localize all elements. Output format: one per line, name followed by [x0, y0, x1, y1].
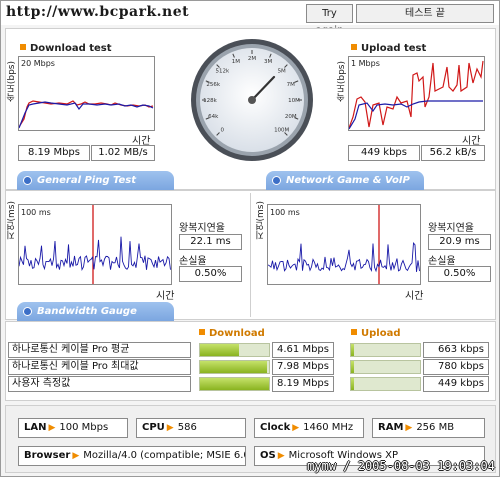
game-line	[267, 242, 420, 273]
gauge-tick-label: 3M	[264, 59, 272, 65]
arrow-right-icon: ▶	[48, 423, 56, 433]
spec-browser: Browser ▶ Mozilla/4.0 (compatible; MSIE 6.…	[18, 446, 246, 466]
bandwidth-download-value: 8.19 Mbps	[272, 376, 334, 392]
bandwidth-upload-value: 780 kbps	[423, 359, 489, 375]
ping-scale: 100 ms	[21, 208, 51, 217]
bandwidth-download-value: 7.98 Mbps	[272, 359, 334, 375]
bandwidth-upload-value: 449 kbps	[423, 376, 489, 392]
arrow-right-icon: ▶	[277, 451, 285, 461]
upload-line-red	[348, 60, 484, 129]
spec-clock: Clock ▶ 1460 MHz	[254, 418, 364, 438]
bullet-icon	[20, 44, 26, 50]
ping-divider	[250, 193, 251, 317]
tab-network-game-voip-test[interactable]: Network Game & VoIP Test	[266, 171, 424, 205]
arrow-right-icon: ▶	[405, 423, 413, 433]
download-scale: 20 Mbps	[21, 59, 55, 68]
capture-timestamp: mymw / 2005-08-03 19:03:04	[307, 459, 495, 473]
game-rtt-value: 20.9 ms	[428, 234, 491, 250]
upload-bar	[350, 360, 421, 374]
tab-dot-icon	[23, 176, 32, 185]
gauge-tick-label: 20M	[285, 114, 297, 120]
upload-bar-fill	[351, 378, 354, 390]
download-bar	[199, 360, 270, 374]
upload-speed-value: 449 kbps	[348, 145, 420, 161]
game-loss-label: 손실율	[428, 256, 456, 267]
upload-bar-fill	[351, 361, 355, 373]
gauge-tick-label: 1M	[232, 59, 240, 65]
speed-gauge: 0 64k 128k 256k 512k1M 2M 3M 5M 7M 10M 20M 100M	[191, 39, 313, 161]
bullet-icon	[199, 329, 205, 335]
upload-bar	[350, 377, 421, 391]
site-url[interactable]: http://www.bcpark.net	[6, 4, 189, 20]
download-bar	[199, 343, 270, 357]
spec-ram: RAM ▶ 256 MB	[372, 418, 485, 438]
gauge-tick-label: 2M	[248, 56, 256, 62]
bandwidth-download-header: Download	[199, 328, 265, 339]
ping-loss-label: 손실율	[179, 256, 207, 267]
download-bar-fill	[200, 361, 267, 373]
bandwidth-row-label: 사용자 측정값	[8, 376, 191, 392]
download-bar-fill	[200, 378, 269, 390]
spec-lan: LAN ▶ 100 Mbps	[18, 418, 128, 438]
gauge-tick-label: 5M	[278, 68, 286, 74]
download-line-red	[18, 100, 154, 128]
bandwidth-row-label: 하나로통신 케이블 Pro 최대값	[8, 359, 191, 375]
upload-title: Upload test	[351, 43, 426, 54]
bandwidth-row-label: 하나로통신 케이블 Pro 평균	[8, 342, 191, 358]
gauge-tick-label: 128k	[203, 98, 217, 104]
spec-cpu: CPU ▶ 586	[136, 418, 246, 438]
tab-bandwidth-gauge[interactable]: Bandwidth Gauge	[17, 302, 174, 321]
test-end-button[interactable]: 테스트 끝	[356, 4, 494, 23]
arrow-right-icon: ▶	[166, 423, 174, 433]
gauge-tick-label: 256k	[206, 82, 220, 88]
tab-dot-icon	[23, 307, 32, 316]
tab-dot-icon	[272, 176, 281, 185]
gauge-tick-label: 7M	[287, 82, 295, 88]
bandwidth-download-value: 4.61 Mbps	[272, 342, 334, 358]
ping-rtt-value: 22.1 ms	[179, 234, 242, 250]
tab-general-ping-test[interactable]: General Ping Test	[17, 171, 174, 190]
download-rate-value: 1.02 MB/s	[91, 145, 155, 161]
ping-ylabel: 지연(ms)	[7, 201, 17, 240]
gauge-tick-label: 10M	[288, 98, 300, 104]
gauge-tick-label: 64k	[208, 114, 219, 120]
download-line-blue	[18, 101, 154, 129]
download-bar-fill	[200, 344, 239, 356]
ping-rtt-label: 왕복지연율	[179, 223, 225, 234]
game-loss-value: 0.50%	[428, 266, 491, 282]
try-again-button[interactable]: Try again	[306, 4, 353, 36]
upload-bar	[350, 343, 421, 357]
arrow-right-icon: ▶	[72, 451, 80, 461]
speed-test-window: http://www.bcpark.net Try again 테스트 끝 Do…	[0, 0, 500, 477]
game-scale: 100 ms	[270, 208, 300, 217]
ping-loss-value: 0.50%	[179, 266, 242, 282]
upload-rate-value: 56.2 kB/s	[421, 145, 485, 161]
download-title: Download test	[20, 43, 112, 54]
top-bar: http://www.bcpark.net Try again 테스트 끝	[1, 1, 499, 36]
bullet-icon	[351, 329, 357, 335]
ping-line	[18, 236, 171, 272]
game-xlabel: 시간	[405, 291, 424, 302]
upload-ylabel: 속도(bps)	[337, 61, 347, 103]
game-ylabel: 지연(ms)	[256, 201, 266, 240]
bandwidth-upload-header: Upload	[351, 328, 400, 339]
ping-xlabel: 시간	[156, 291, 175, 302]
bullet-icon	[351, 44, 357, 50]
upload-bar-fill	[351, 344, 354, 356]
download-speed-value: 8.19 Mbps	[18, 145, 90, 161]
download-ylabel: 속도(bps)	[7, 61, 17, 103]
game-rtt-label: 왕복지연율	[428, 223, 474, 234]
arrow-right-icon: ▶	[292, 423, 300, 433]
gauge-tick-label: 0	[221, 128, 225, 134]
gauge-tick-label: 512k	[215, 68, 229, 74]
download-bar	[199, 377, 270, 391]
gauge-hub	[248, 96, 256, 104]
gauge-tick-label: 100M	[274, 128, 289, 134]
bandwidth-upload-value: 663 kbps	[423, 342, 489, 358]
upload-scale: 1 Mbps	[351, 59, 380, 68]
